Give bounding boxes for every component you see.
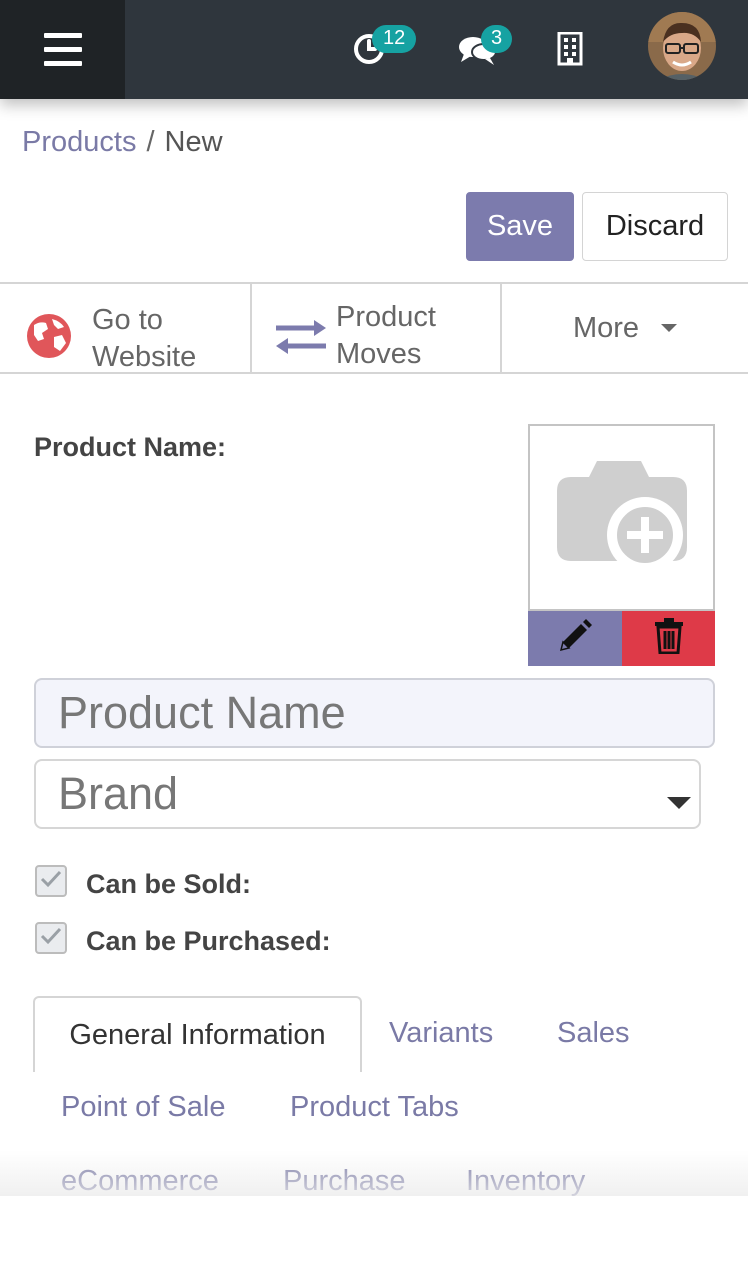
more-label: More	[572, 311, 640, 344]
product-moves-label: Product Moves	[336, 299, 436, 373]
discard-button[interactable]: Discard	[582, 192, 728, 261]
messages-count-badge: 3	[481, 25, 513, 53]
trash-icon	[654, 618, 684, 659]
pencil-icon	[557, 618, 593, 659]
can-be-sold-label: Can be Sold:	[86, 869, 252, 899]
tab-variants[interactable]: Variants	[389, 1017, 493, 1050]
product-image-placeholder[interactable]	[528, 424, 715, 611]
activity-count-badge: 12	[372, 25, 417, 53]
can-be-purchased-checkbox[interactable]	[35, 922, 67, 954]
smart-button-bar: Go to Website Product Moves More	[0, 282, 748, 374]
product-moves-line2: Moves	[336, 338, 422, 370]
edit-image-button[interactable]	[528, 611, 622, 666]
globe-icon	[26, 313, 72, 369]
bottom-blank-area	[0, 1196, 748, 1280]
tab-purchase[interactable]: Purchase	[283, 1165, 406, 1198]
company-building-icon[interactable]	[557, 31, 583, 66]
hamburger-line	[43, 33, 82, 38]
tab-general-information[interactable]: General Information	[33, 996, 362, 1072]
product-moves-line1: Product	[336, 301, 436, 333]
caret-down-icon	[667, 797, 691, 809]
tab-ecommerce[interactable]: eCommerce	[61, 1165, 219, 1198]
user-avatar[interactable]	[648, 12, 716, 80]
tab-sales[interactable]: Sales	[557, 1017, 630, 1050]
caret-down-icon	[661, 324, 678, 332]
go-to-website-line2: Website	[92, 341, 197, 373]
checkmark-icon	[40, 870, 62, 893]
brand-placeholder: Brand	[58, 768, 179, 819]
delete-image-button[interactable]	[622, 611, 715, 666]
product-name-label: Product Name:	[34, 432, 227, 462]
exchange-arrows-icon	[274, 318, 328, 366]
tab-point-of-sale[interactable]: Point of Sale	[61, 1091, 225, 1124]
can-be-purchased-label: Can be Purchased:	[86, 926, 331, 956]
product-name-input[interactable]	[34, 678, 715, 748]
more-dropdown-button[interactable]: More	[500, 284, 748, 372]
checkmark-icon	[40, 927, 62, 950]
brand-select[interactable]: Brand	[34, 759, 701, 829]
hamburger-line	[43, 61, 82, 66]
go-to-website-label: Go to Website	[92, 302, 196, 376]
breadcrumb: Products / New	[22, 126, 223, 159]
breadcrumb-products-link[interactable]: Products	[22, 126, 136, 158]
breadcrumb-separator: /	[146, 126, 155, 158]
hamburger-line	[43, 47, 82, 52]
breadcrumb-current: New	[164, 126, 223, 158]
menu-toggle-button[interactable]	[0, 0, 125, 99]
can-be-sold-checkbox[interactable]	[35, 865, 67, 897]
save-button[interactable]: Save	[466, 192, 574, 261]
tab-product-tabs[interactable]: Product Tabs	[290, 1091, 459, 1124]
go-to-website-button[interactable]: Go to Website	[0, 284, 250, 373]
product-moves-button[interactable]: Product Moves	[250, 284, 500, 372]
go-to-website-line1: Go to	[92, 304, 163, 336]
camera-add-icon	[549, 451, 695, 584]
top-navbar: 12 3	[0, 0, 748, 99]
tab-inventory[interactable]: Inventory	[466, 1165, 585, 1198]
